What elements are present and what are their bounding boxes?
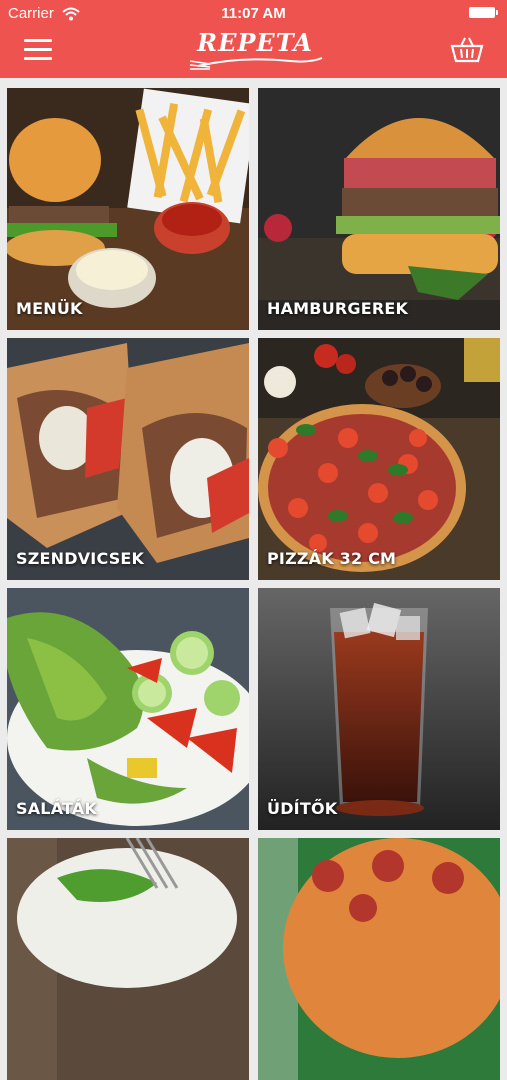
soft-drink-image [258,588,500,830]
plate-food-image [7,838,249,1080]
shopping-basket-icon[interactable] [450,36,484,64]
status-bar: Carrier 11:07 AM [0,0,507,28]
menu-combo-image [7,88,249,330]
category-label: SALÁTÁK [16,799,98,818]
category-tile-pizzak[interactable]: PIZZÁK 32 CM [258,338,500,580]
hamburger-menu-icon[interactable] [24,39,52,63]
app-logo: REPETA [180,28,330,74]
burger-image [258,88,500,330]
category-label: HAMBURGEREK [267,299,409,318]
category-tile-menuk[interactable]: MENÜK [7,88,249,330]
category-tile-szendvicsek[interactable]: SZENDVICSEK [7,338,249,580]
category-tile-hamburgerek[interactable]: HAMBURGEREK [258,88,500,330]
category-label: PIZZÁK 32 CM [267,549,397,568]
pizza-image [258,338,500,580]
logo-fork-swoosh [189,57,323,70]
salami-pizza-image [258,838,500,1080]
category-label: SZENDVICSEK [16,549,145,568]
category-tile-partial-left[interactable] [7,838,249,1080]
salad-image [7,588,249,830]
gyros-image [7,338,249,580]
app-header: Carrier 11:07 AM REPETA [0,0,507,78]
category-tile-salatak[interactable]: SALÁTÁK [7,588,249,830]
category-label: ÜDÍTŐK [267,799,338,818]
category-tile-partial-right[interactable] [258,838,500,1080]
category-label: MENÜK [16,299,83,318]
category-tile-uditok[interactable]: ÜDÍTŐK [258,588,500,830]
battery-icon [469,7,498,18]
status-time: 11:07 AM [221,5,286,22]
